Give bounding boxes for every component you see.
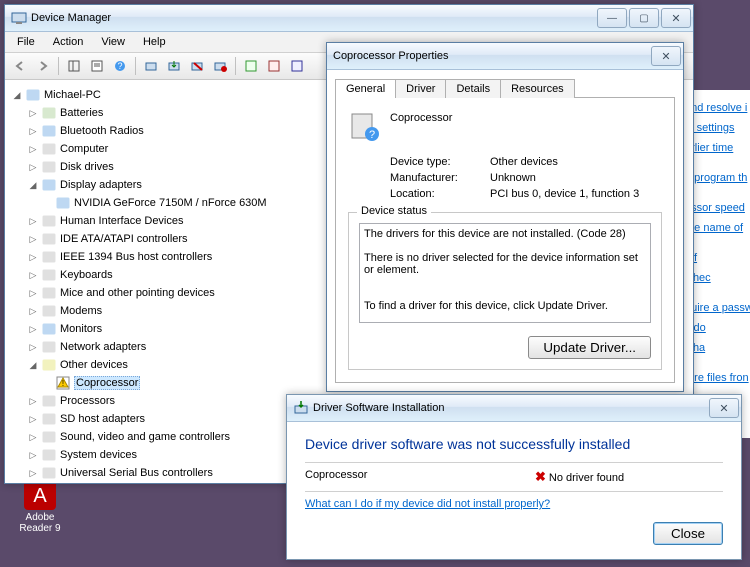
- svg-text:?: ?: [369, 129, 375, 141]
- install-result: ✖No driver found: [535, 469, 624, 485]
- help-button[interactable]: ?: [109, 55, 131, 77]
- menu-help[interactable]: Help: [135, 34, 174, 50]
- menu-view[interactable]: View: [93, 34, 133, 50]
- minimize-button[interactable]: —: [597, 8, 627, 28]
- update-driver-button[interactable]: Update Driver...: [528, 336, 651, 359]
- label-location: Location:: [390, 188, 490, 200]
- close-button[interactable]: ✕: [709, 398, 739, 418]
- expand-toggle[interactable]: ◢: [27, 179, 39, 191]
- uninstall-button[interactable]: [186, 55, 208, 77]
- expand-toggle[interactable]: ▷: [27, 143, 39, 155]
- device-name: Coprocessor: [305, 469, 535, 485]
- label-manufacturer: Manufacturer:: [390, 172, 490, 184]
- expand-toggle[interactable]: ▷: [27, 467, 39, 479]
- update-driver-button[interactable]: [163, 55, 185, 77]
- expand-toggle[interactable]: ▷: [27, 413, 39, 425]
- device-status-legend: Device status: [357, 205, 431, 217]
- close-button[interactable]: ✕: [651, 46, 681, 66]
- tb-extra-1[interactable]: [240, 55, 262, 77]
- tab-details[interactable]: Details: [445, 79, 501, 98]
- close-button[interactable]: ✕: [661, 8, 691, 28]
- expand-toggle[interactable]: ◢: [27, 359, 39, 371]
- window-title: Coprocessor Properties: [333, 50, 651, 62]
- tab-panel-general: ? Coprocessor Device type:Other devices …: [335, 97, 675, 383]
- expand-toggle[interactable]: ▷: [27, 269, 39, 281]
- expand-toggle[interactable]: ▷: [27, 305, 39, 317]
- scan-hardware-button[interactable]: [140, 55, 162, 77]
- expand-toggle[interactable]: ▷: [27, 125, 39, 137]
- svg-text:!: !: [62, 379, 64, 388]
- expand-toggle[interactable]: ▷: [27, 341, 39, 353]
- help-link[interactable]: What can I do if my device did not insta…: [305, 498, 550, 510]
- tab-resources[interactable]: Resources: [500, 79, 575, 98]
- expand-toggle[interactable]: ▷: [27, 323, 39, 335]
- device-manager-icon: [11, 10, 27, 26]
- device-name: Coprocessor: [390, 110, 452, 124]
- window-title: Driver Software Installation: [313, 402, 709, 414]
- menu-action[interactable]: Action: [45, 34, 92, 50]
- expand-toggle[interactable]: ▷: [27, 449, 39, 461]
- menu-file[interactable]: File: [9, 34, 43, 50]
- maximize-button[interactable]: ▢: [629, 8, 659, 28]
- device-status-group: Device status Update Driver...: [348, 212, 662, 370]
- tab-general[interactable]: General: [335, 79, 396, 98]
- tb-extra-2[interactable]: [263, 55, 285, 77]
- close-button[interactable]: Close: [653, 522, 723, 545]
- forward-button[interactable]: [32, 55, 54, 77]
- driver-install-notification: Driver Software Installation ✕ Device dr…: [286, 394, 742, 560]
- titlebar[interactable]: Coprocessor Properties ✕: [327, 43, 683, 70]
- device-status-text[interactable]: [359, 223, 651, 323]
- expand-toggle[interactable]: ▷: [27, 233, 39, 245]
- value-manufacturer: Unknown: [490, 172, 536, 184]
- svg-text:?: ?: [117, 61, 122, 71]
- expand-toggle[interactable]: ▷: [27, 215, 39, 227]
- window-title: Device Manager: [31, 12, 597, 24]
- label-device-type: Device type:: [390, 156, 490, 168]
- error-icon: ✖: [535, 469, 546, 484]
- install-icon: [293, 400, 309, 416]
- expand-toggle[interactable]: ▷: [27, 161, 39, 173]
- show-hide-tree-button[interactable]: [63, 55, 85, 77]
- tab-strip: General Driver Details Resources: [335, 78, 675, 97]
- expand-toggle[interactable]: ▷: [27, 431, 39, 443]
- titlebar[interactable]: Device Manager — ▢ ✕: [5, 5, 693, 32]
- notification-heading: Device driver software was not successfu…: [305, 436, 723, 452]
- titlebar[interactable]: Driver Software Installation ✕: [287, 395, 741, 422]
- expand-toggle[interactable]: ▷: [27, 287, 39, 299]
- expand-toggle[interactable]: ▷: [27, 107, 39, 119]
- properties-button[interactable]: [86, 55, 108, 77]
- expand-toggle[interactable]: ▷: [27, 251, 39, 263]
- disable-button[interactable]: [209, 55, 231, 77]
- tab-driver[interactable]: Driver: [395, 79, 446, 98]
- tb-extra-3[interactable]: [286, 55, 308, 77]
- expand-toggle[interactable]: ▷: [27, 395, 39, 407]
- value-location: PCI bus 0, device 1, function 3: [490, 188, 639, 200]
- device-icon: ?: [348, 110, 380, 142]
- properties-window: Coprocessor Properties ✕ General Driver …: [326, 42, 684, 392]
- back-button[interactable]: [9, 55, 31, 77]
- value-device-type: Other devices: [490, 156, 558, 168]
